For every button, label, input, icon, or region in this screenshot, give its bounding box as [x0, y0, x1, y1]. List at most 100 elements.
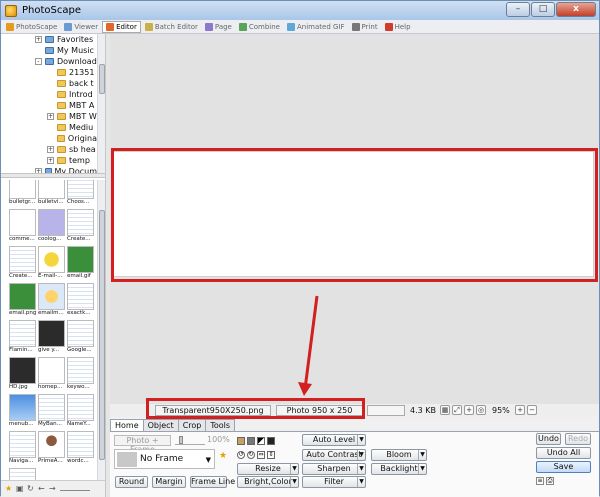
- resize-button[interactable]: Resize ▼: [237, 463, 299, 475]
- tree-item[interactable]: + sb hea: [1, 144, 97, 155]
- bw-icon[interactable]: [257, 437, 265, 445]
- margin-button[interactable]: Margin: [152, 476, 186, 488]
- filter-button[interactable]: Filter ▼: [302, 476, 366, 488]
- frame-line-button[interactable]: Frame Line: [190, 476, 235, 488]
- arrow-right-icon[interactable]: →: [49, 485, 57, 493]
- maximize-button[interactable]: □: [531, 2, 555, 17]
- toolbar-tab-print[interactable]: Print: [349, 21, 381, 33]
- arrow-left-icon[interactable]: ←: [38, 485, 46, 493]
- thumbnail-item[interactable]: bulletvi...: [38, 180, 66, 206]
- toolbar-tab-animated-gif[interactable]: Animated GIF: [284, 21, 348, 33]
- tree-item[interactable]: - Download: [1, 56, 97, 67]
- tree-item[interactable]: Mediu: [1, 122, 97, 133]
- thumbnail-item[interactable]: E-mail-...: [38, 246, 66, 280]
- tree-item[interactable]: + MBT W: [1, 111, 97, 122]
- menu-icon[interactable]: ≡: [536, 477, 544, 485]
- bright-color-dropdown-icon[interactable]: ▼: [290, 477, 298, 487]
- refresh-icon[interactable]: ↻: [27, 485, 35, 493]
- tree-item[interactable]: + My Docum: [1, 166, 97, 173]
- thumbnail-item[interactable]: bulletgr...: [9, 180, 37, 206]
- tree-item[interactable]: Origina: [1, 133, 97, 144]
- save-button[interactable]: Save: [536, 461, 591, 473]
- thumbnail-item[interactable]: homep...: [38, 357, 66, 391]
- thumbnail-item[interactable]: comme...: [9, 209, 37, 243]
- tree-item[interactable]: Introd: [1, 89, 97, 100]
- auto-level-button[interactable]: Auto Level ▼: [302, 434, 366, 446]
- negative-icon[interactable]: [267, 437, 275, 445]
- backlight-dropdown-icon[interactable]: ▼: [418, 464, 426, 474]
- expand-icon[interactable]: +: [47, 113, 54, 120]
- thumbnail-item[interactable]: Google...: [67, 320, 95, 354]
- tree-thumb-splitter[interactable]: [1, 173, 106, 178]
- bright-color-button[interactable]: Bright,Color ▼: [237, 476, 299, 488]
- toolbar-tab-batch-editor[interactable]: Batch Editor: [142, 21, 201, 33]
- toolbar-tab-photoscape[interactable]: PhotoScape: [3, 21, 60, 33]
- toolbar-tab-help[interactable]: Help: [382, 21, 414, 33]
- thumbnail-item[interactable]: NameY...: [67, 394, 95, 428]
- tree-item[interactable]: My Music: [1, 45, 97, 56]
- thumbnail-item[interactable]: Choos...: [67, 180, 95, 206]
- thumbnail-item[interactable]: Flamin...: [9, 320, 37, 354]
- toolbar-tab-combine[interactable]: Combine: [236, 21, 283, 33]
- expand-icon[interactable]: +: [47, 157, 54, 164]
- thumbnail-item[interactable]: keywo...: [67, 357, 95, 391]
- backlight-button[interactable]: Backlight ▼: [371, 463, 427, 475]
- expand-icon[interactable]: +: [35, 36, 42, 43]
- zoom-plus-icon[interactable]: +: [515, 405, 525, 415]
- redo-button[interactable]: Redo: [565, 433, 591, 445]
- sharpen-dropdown-icon[interactable]: ▼: [357, 464, 365, 474]
- thumbnail-item[interactable]: Create...: [9, 246, 37, 280]
- frame-select[interactable]: No Frame ▼: [114, 449, 215, 469]
- thumbnail-item[interactable]: HD.jpg: [9, 357, 37, 391]
- minimize-button[interactable]: –: [506, 2, 530, 17]
- thumbnail-item[interactable]: coolog...: [38, 209, 66, 243]
- bloom-dropdown-icon[interactable]: ▼: [418, 450, 426, 460]
- frame-slider-knob[interactable]: [179, 436, 183, 444]
- actual-size-icon[interactable]: ◎: [476, 405, 486, 415]
- thumbnail-item[interactable]: exactk...: [67, 283, 95, 317]
- tree-item[interactable]: MBT A: [1, 100, 97, 111]
- grayscale-icon[interactable]: [247, 437, 255, 445]
- tree-item[interactable]: + temp: [1, 155, 97, 166]
- toolbar-tab-editor[interactable]: Editor: [102, 20, 141, 33]
- thumbnail-item[interactable]: PrimeA...: [38, 431, 66, 465]
- thumbnail-item[interactable]: emailm...: [38, 283, 66, 317]
- favorite-star-icon[interactable]: ★: [219, 451, 227, 461]
- zoom-minus-icon[interactable]: −: [527, 405, 537, 415]
- bloom-button[interactable]: Bloom ▼: [371, 449, 427, 461]
- folder-icon[interactable]: ▣: [16, 485, 24, 493]
- tree-item[interactable]: 21351: [1, 67, 97, 78]
- undo-all-button[interactable]: Undo All: [536, 447, 591, 459]
- filter-dropdown-icon[interactable]: ▼: [357, 477, 365, 487]
- sharpen-button[interactable]: Sharpen ▼: [302, 463, 366, 475]
- thumb-size-slider[interactable]: [60, 487, 90, 491]
- toolbar-tab-page[interactable]: Page: [202, 21, 235, 33]
- auto-contrast-dropdown-icon[interactable]: ▼: [357, 450, 365, 460]
- thumbnail-item[interactable]: email.png: [9, 283, 37, 317]
- toolbar-tab-viewer[interactable]: Viewer: [61, 21, 101, 33]
- undo-button[interactable]: Undo: [536, 433, 561, 445]
- transparency-icon[interactable]: ▦: [440, 405, 450, 415]
- collapse-icon[interactable]: -: [35, 58, 42, 65]
- thumbnail-item[interactable]: wordc...: [67, 431, 95, 465]
- thumbnail-item[interactable]: email.gif: [67, 246, 95, 280]
- thumbnail-item[interactable]: MyBan...: [38, 394, 66, 428]
- frame-slider[interactable]: [175, 436, 205, 445]
- auto-contrast-button[interactable]: Auto Contrast ▼: [302, 449, 366, 461]
- star-icon[interactable]: ★: [5, 485, 13, 493]
- editor-canvas[interactable]: [110, 34, 599, 404]
- flip-vertical-icon[interactable]: ⇕: [267, 451, 275, 459]
- zoom-in-icon[interactable]: +: [464, 405, 474, 415]
- rotate-right-icon[interactable]: ↻: [247, 451, 255, 459]
- flip-horizontal-icon[interactable]: ⇔: [257, 451, 265, 459]
- tree-item[interactable]: back t: [1, 78, 97, 89]
- tree-item[interactable]: + Favorites: [1, 34, 97, 45]
- rotate-left-icon[interactable]: ↺: [237, 451, 245, 459]
- expand-icon[interactable]: +: [47, 146, 54, 153]
- print-icon[interactable]: ⎙: [546, 477, 554, 485]
- fit-icon[interactable]: ⤢: [452, 405, 462, 415]
- resize-dropdown-icon[interactable]: ▼: [290, 464, 298, 474]
- thumbnail-item[interactable]: Naviga...: [9, 431, 37, 465]
- close-button[interactable]: x: [556, 2, 596, 17]
- thumbnail-item[interactable]: give y...: [38, 320, 66, 354]
